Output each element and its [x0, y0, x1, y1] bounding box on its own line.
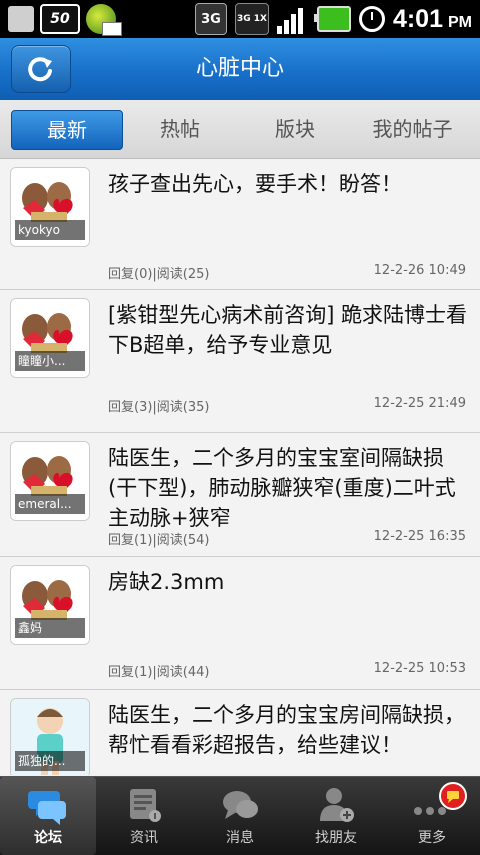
signal-badge-icon: 50 [40, 4, 80, 34]
refresh-button[interactable] [11, 45, 71, 93]
bottom-nav: 论坛 资讯 消息 找朋友 更多 [0, 776, 480, 855]
nav-forum[interactable]: 论坛 [0, 777, 96, 855]
nav-label: 论坛 [34, 830, 62, 846]
list-item[interactable]: 瞳瞳小... [紫钳型先心病术前咨询] 跪求陆博士看下B超单，给予专业意见 回复… [0, 290, 480, 433]
avatar[interactable]: 孤独的... [10, 698, 90, 775]
post-title[interactable]: 陆医生，二个多月的宝宝室间隔缺损(干下型)，肺动脉瓣狭窄(重度)二叶式主动脉+狭… [108, 443, 470, 533]
message-icon [223, 791, 258, 819]
nav-more[interactable]: 更多 [384, 777, 480, 855]
signal-strength-icon [276, 4, 309, 34]
network-type-icon: 3G 1X [234, 3, 269, 35]
list-item[interactable]: 孤独的... 陆医生，二个多月的宝宝房间隔缺损，帮忙看看彩超报告，给些建议！ [0, 690, 480, 775]
post-time: 12-2-26 10:49 [373, 263, 466, 278]
nav-label: 找朋友 [315, 830, 357, 846]
post-stats: 回复(0)|阅读(25) [108, 267, 210, 282]
username: 瞳瞳小... [15, 351, 85, 371]
post-stats: 回复(3)|阅读(35) [108, 400, 210, 415]
notification-badge-icon [439, 782, 467, 810]
post-title[interactable]: 陆医生，二个多月的宝宝房间隔缺损，帮忙看看彩超报告，给些建议！ [108, 700, 470, 760]
battery-icon [313, 6, 351, 32]
username: kyokyo [15, 220, 85, 240]
sd-card-icon [8, 6, 34, 32]
page-title: 心脏中心 [195, 56, 284, 81]
nav-label: 资讯 [130, 830, 158, 846]
post-title[interactable]: 孩子查出先心，要手术！盼答！ [108, 169, 470, 199]
status-bar: 50 3G 3G 1X 4:01 PM [0, 0, 480, 38]
post-title[interactable]: [紫钳型先心病术前咨询] 跪求陆博士看下B超单，给予专业意见 [108, 300, 470, 360]
alarm-icon [358, 6, 385, 32]
username: 孤独的... [15, 751, 85, 771]
post-time: 12-2-25 10:53 [373, 661, 466, 676]
post-stats: 回复(1)|阅读(44) [108, 665, 210, 680]
network-3g-icon: 3G [194, 3, 227, 35]
list-item[interactable]: 鑫妈 房缺2.3mm 回复(1)|阅读(44) 12-2-25 10:53 [0, 557, 480, 690]
post-time: 12-2-25 16:35 [373, 529, 466, 544]
avatar[interactable]: 瞳瞳小... [10, 298, 90, 378]
find-friend-icon [320, 788, 354, 822]
news-icon [130, 789, 161, 822]
avatar[interactable]: kyokyo [10, 167, 90, 247]
tab-sections[interactable]: 版块 [240, 110, 350, 148]
tab-latest[interactable]: 最新 [11, 110, 123, 150]
nav-find-friends[interactable]: 找朋友 [288, 777, 384, 855]
username: 鑫妈 [15, 618, 85, 638]
post-title[interactable]: 房缺2.3mm [108, 567, 470, 597]
avatar[interactable]: 鑫妈 [10, 565, 90, 645]
avatar[interactable]: emeral... [10, 441, 90, 521]
sync-mail-icon [86, 4, 122, 36]
nav-messages[interactable]: 消息 [192, 777, 288, 855]
header-bar: 心脏中心 [0, 38, 480, 100]
nav-news[interactable]: 资讯 [96, 777, 192, 855]
tab-hot[interactable]: 热帖 [125, 110, 235, 148]
list-item[interactable]: kyokyo 孩子查出先心，要手术！盼答！ 回复(0)|阅读(25) 12-2-… [0, 159, 480, 290]
nav-label: 消息 [226, 830, 254, 846]
clock: 4:01 PM [392, 4, 472, 33]
post-list[interactable]: kyokyo 孩子查出先心，要手术！盼答！ 回复(0)|阅读(25) 12-2-… [0, 159, 480, 775]
post-stats: 回复(1)|阅读(54) [108, 533, 210, 548]
forum-icon [28, 791, 66, 825]
refresh-icon [28, 57, 52, 82]
nav-label: 更多 [418, 830, 446, 846]
tab-bar: 最新 热帖 版块 我的帖子 [0, 100, 480, 159]
list-item[interactable]: emeral... 陆医生，二个多月的宝宝室间隔缺损(干下型)，肺动脉瓣狭窄(重… [0, 433, 480, 557]
tab-my-posts[interactable]: 我的帖子 [355, 110, 470, 148]
username: emeral... [15, 494, 85, 514]
post-time: 12-2-25 21:49 [373, 396, 466, 411]
